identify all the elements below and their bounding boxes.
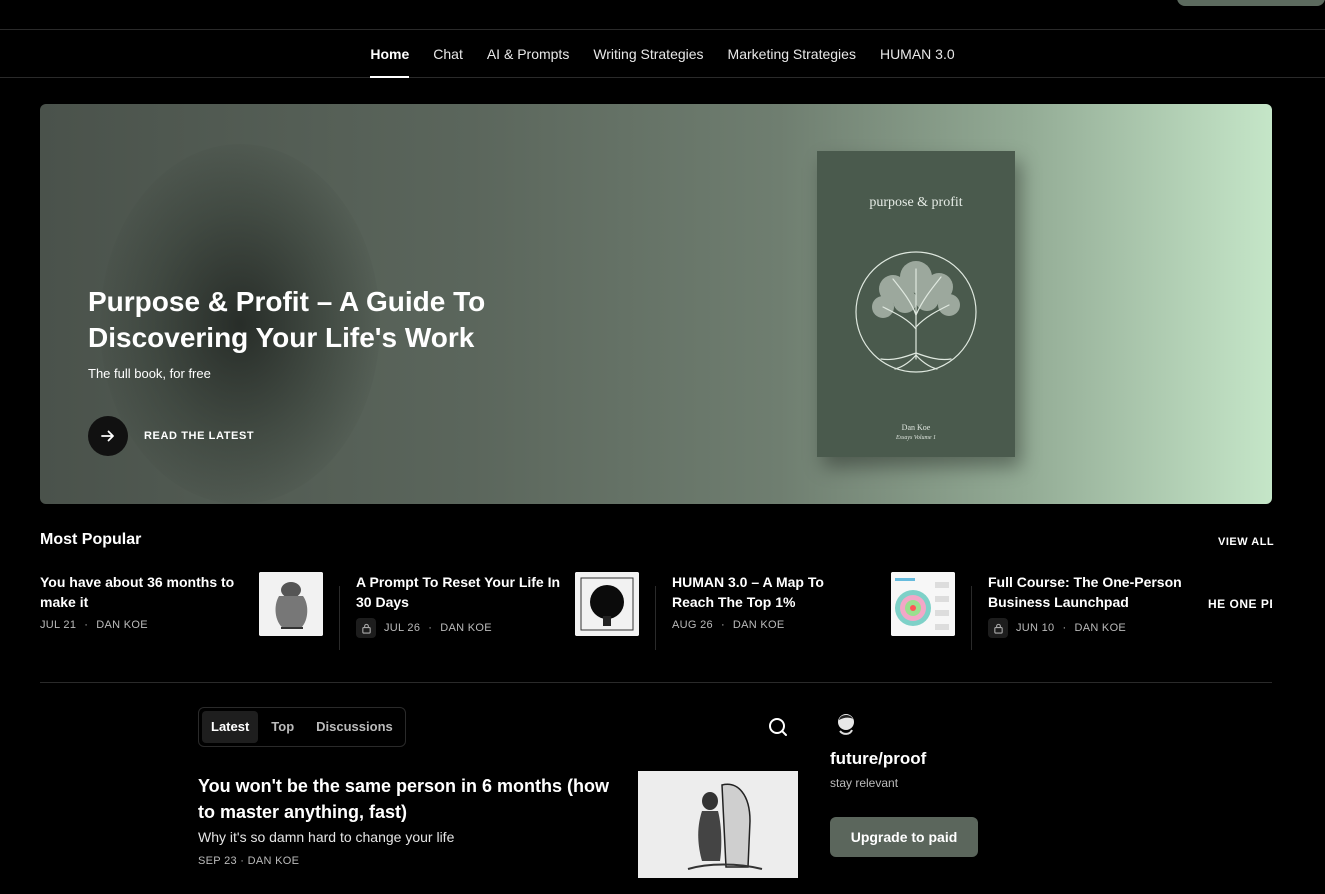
read-latest-button[interactable]: READ THE LATEST: [88, 416, 254, 456]
top-bar-button[interactable]: [1177, 0, 1325, 6]
divider: [971, 586, 972, 650]
post-title[interactable]: You have about 36 months to make it: [40, 572, 240, 612]
tab-latest[interactable]: Latest: [202, 711, 259, 743]
top-bar: [0, 0, 1325, 30]
tab-marketing-strategies[interactable]: Marketing Strategies: [728, 30, 856, 78]
book-author: Dan Koe: [901, 423, 931, 432]
post-date: JUN 10: [1016, 622, 1055, 634]
hero-banner[interactable]: Purpose & Profit – A Guide To Discoverin…: [40, 104, 1272, 504]
book-cover: purpose & profit Dan Koe Essays Volume 1: [817, 151, 1015, 457]
list-item[interactable]: Full Course: The One-Person Business Lau…: [988, 572, 1272, 650]
list-item[interactable]: You have about 36 months to make it JUL …: [40, 572, 324, 650]
book-volume: Essays Volume 1: [896, 435, 936, 441]
post-meta: JUL 26 · DAN KOE: [356, 618, 492, 638]
section-divider: [40, 682, 1272, 683]
post-thumbnail[interactable]: [891, 572, 955, 636]
list-item[interactable]: HUMAN 3.0 – A Map To Reach The Top 1% AU…: [672, 572, 956, 650]
post-author: DAN KOE: [247, 855, 300, 867]
post-thumbnail[interactable]: [259, 572, 323, 636]
tab-top[interactable]: Top: [262, 711, 303, 743]
upgrade-to-paid-button[interactable]: Upgrade to paid: [830, 817, 978, 857]
tab-chat[interactable]: Chat: [433, 30, 463, 78]
divider: [655, 586, 656, 650]
search-icon[interactable]: [766, 715, 790, 739]
feed-tabs: Latest Top Discussions: [198, 707, 406, 747]
feed-post-meta: SEP 23 · DAN KOE: [198, 855, 300, 867]
post-title[interactable]: Full Course: The One-Person Business Lau…: [988, 572, 1200, 612]
avatar: [830, 709, 860, 739]
feed-post-title[interactable]: You won't be the same person in 6 months…: [198, 773, 618, 825]
post-date: SEP 23: [198, 855, 237, 867]
book-title: purpose & profit: [869, 195, 963, 210]
post-title[interactable]: A Prompt To Reset Your Life In 30 Days: [356, 572, 566, 612]
post-thumbnail[interactable]: HE ONE PERSO BUSINES: [1208, 572, 1272, 636]
publication-tagline: stay relevant: [830, 776, 899, 790]
post-meta: JUL 21 · DAN KOE: [40, 619, 148, 631]
post-author: DAN KOE: [96, 619, 148, 631]
hero-subtitle: The full book, for free: [88, 366, 211, 381]
main-nav: Home Chat AI & Prompts Writing Strategie…: [0, 30, 1325, 78]
post-date: JUL 26: [384, 622, 421, 634]
list-item[interactable]: A Prompt To Reset Your Life In 30 Days J…: [356, 572, 640, 650]
dark-orb-illustration-icon: [575, 572, 639, 636]
popular-list: You have about 36 months to make it JUL …: [40, 572, 1272, 652]
publication-name[interactable]: future/proof: [830, 749, 926, 769]
post-meta: AUG 26 · DAN KOE: [672, 619, 785, 631]
read-latest-label[interactable]: READ THE LATEST: [144, 430, 254, 442]
post-author: DAN KOE: [732, 619, 785, 631]
publication-logo[interactable]: [830, 709, 860, 739]
target-map-icon: [891, 572, 955, 636]
divider: [339, 586, 340, 650]
hero-title[interactable]: Purpose & Profit – A Guide To Discoverin…: [88, 284, 558, 356]
view-all-link[interactable]: VIEW ALL: [1218, 536, 1274, 548]
post-author: DAN KOE: [1074, 622, 1127, 634]
lock-icon: [356, 618, 376, 638]
man-at-mirror-illustration-icon: [638, 771, 798, 878]
arrow-right-icon[interactable]: [88, 416, 128, 456]
tree-icon: [855, 251, 977, 373]
post-title[interactable]: HUMAN 3.0 – A Map To Reach The Top 1%: [672, 572, 862, 612]
post-date: AUG 26: [672, 619, 713, 631]
tab-discussions[interactable]: Discussions: [307, 711, 402, 743]
tab-home[interactable]: Home: [370, 30, 409, 78]
feed-post-thumbnail[interactable]: [638, 771, 798, 878]
post-author: DAN KOE: [440, 622, 492, 634]
tab-ai-prompts[interactable]: AI & Prompts: [487, 30, 569, 78]
most-popular-heading: Most Popular: [40, 531, 142, 548]
post-meta: JUN 10 · DAN KOE: [988, 618, 1126, 638]
lock-icon: [988, 618, 1008, 638]
figure-illustration-icon: [259, 572, 323, 636]
tab-human-3[interactable]: HUMAN 3.0: [880, 30, 955, 78]
thumbnail-text: HE ONE PERSO BUSINES: [1208, 597, 1272, 611]
tab-writing-strategies[interactable]: Writing Strategies: [593, 30, 703, 78]
post-date: JUL 21: [40, 619, 77, 631]
post-thumbnail[interactable]: [575, 572, 639, 636]
feed-post-subtitle: Why it's so damn hard to change your lif…: [198, 829, 455, 845]
